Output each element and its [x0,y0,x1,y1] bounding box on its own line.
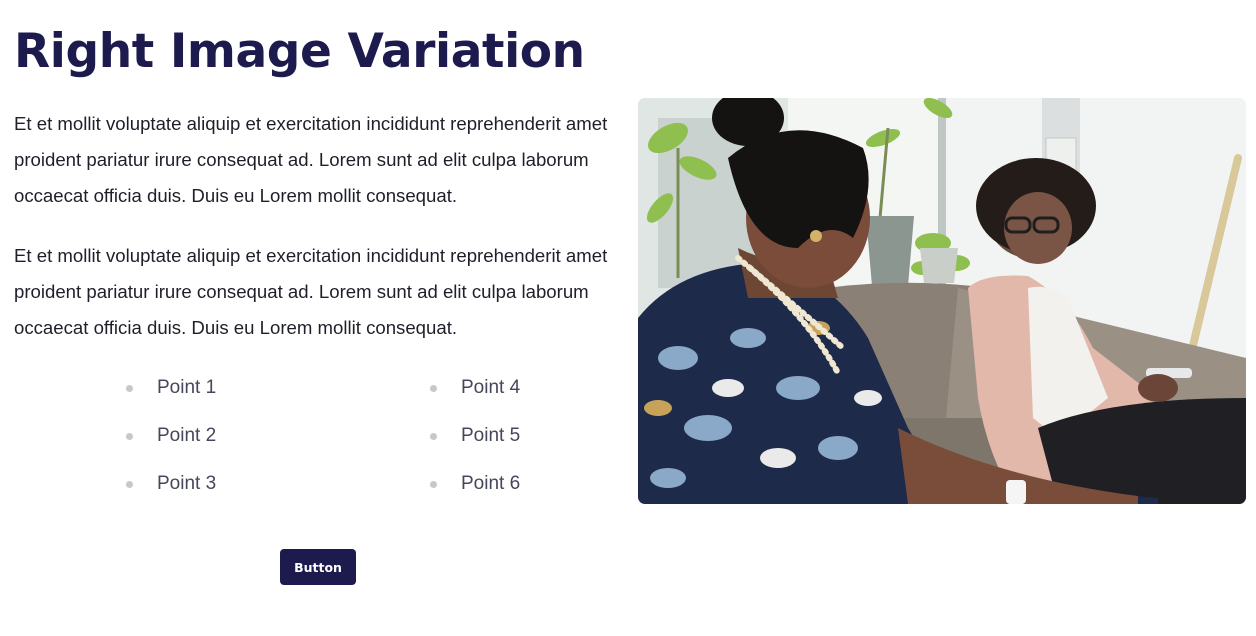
point-label: Point 3 [157,473,217,494]
hero-image [638,98,1246,504]
bullet-icon [430,480,437,488]
bullet-icon [126,384,133,392]
list-item: Point 3 [126,466,430,502]
bullet-icon [126,480,133,488]
list-item: Point 4 [430,370,546,406]
list-item: Point 5 [430,418,546,454]
photo-illustration [638,98,1246,504]
list-item: Point 2 [126,418,430,454]
point-label: Point 2 [157,425,217,446]
paragraph-2: Et et mollit voluptate aliquip et exerci… [14,245,608,338]
primary-button[interactable]: Button [280,549,356,585]
page: Right Image Variation Et et mollit volup… [0,0,1256,636]
list-item: Point 1 [126,370,430,406]
points-list: Point 1 Point 2 Point 3 Point 4 Point 5 … [126,370,546,514]
bullet-icon [430,432,437,440]
list-item: Point 6 [430,466,546,502]
point-label: Point 4 [461,377,521,398]
section-title: Right Image Variation [14,24,585,79]
bullet-icon [430,384,437,392]
point-label: Point 6 [461,473,521,494]
point-label: Point 1 [157,377,217,398]
text-column: Et et mollit voluptate aliquip et exerci… [14,106,620,370]
bullet-icon [126,432,133,440]
point-label: Point 5 [461,425,521,446]
paragraph-1: Et et mollit voluptate aliquip et exerci… [14,113,608,206]
